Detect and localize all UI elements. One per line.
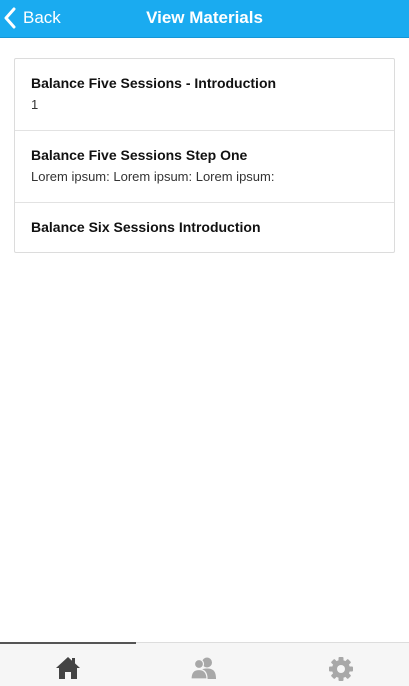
list-item-title: Balance Five Sessions - Introduction — [31, 75, 277, 91]
bottom-tab-bar — [0, 642, 409, 686]
tab-home[interactable] — [0, 642, 137, 686]
gear-icon — [328, 656, 354, 682]
tab-settings[interactable] — [273, 643, 409, 686]
list-item[interactable]: Balance Five Sessions - Introduction 1 — [15, 59, 394, 131]
tab-users[interactable] — [136, 643, 272, 686]
materials-list: Balance Five Sessions - Introduction 1 B… — [14, 58, 395, 253]
back-button-label: Back — [23, 8, 61, 27]
list-item-title: Balance Five Sessions Step One — [31, 147, 248, 163]
navigation-bar: Back View Materials — [0, 0, 409, 38]
chevron-left-icon — [3, 7, 17, 29]
list-item-subtitle: 1 — [31, 97, 39, 112]
list-item-subtitle: Lorem ipsum: Lorem ipsum: Lorem ipsum: — [31, 169, 275, 184]
list-item-title: Balance Six Sessions Introduction — [31, 219, 261, 235]
back-button[interactable]: Back — [0, 0, 71, 36]
users-icon — [189, 656, 219, 680]
home-icon — [55, 656, 81, 680]
list-item[interactable]: Balance Six Sessions Introduction — [15, 203, 394, 252]
app-window: Back View Materials Balance Five Session… — [0, 0, 409, 686]
list-item[interactable]: Balance Five Sessions Step One Lorem ips… — [15, 131, 394, 203]
